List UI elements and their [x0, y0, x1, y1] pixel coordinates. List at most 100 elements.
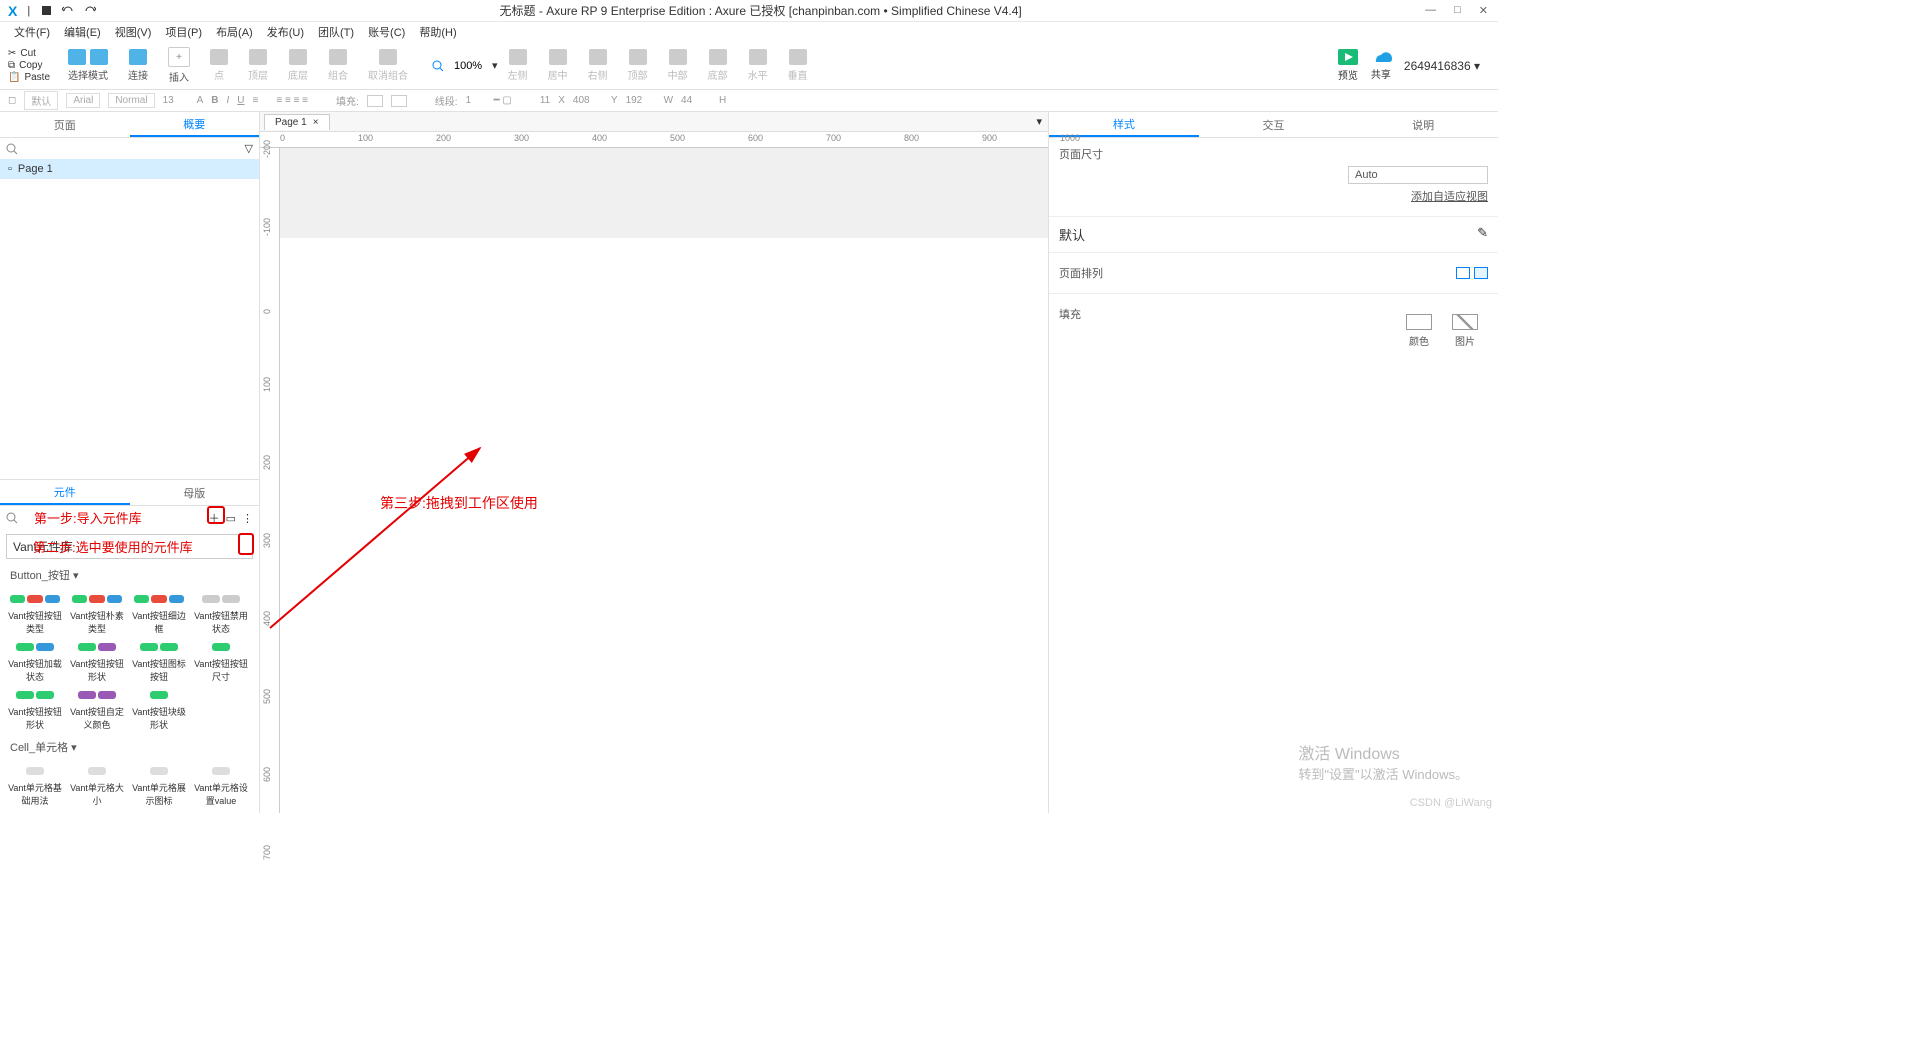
- minimize-icon[interactable]: —: [1425, 4, 1436, 17]
- menu-publish[interactable]: 发布(U): [267, 24, 304, 40]
- redo-icon[interactable]: [84, 5, 96, 17]
- menu-account[interactable]: 账号(C): [368, 24, 405, 40]
- zoom-control[interactable]: ▾: [432, 59, 498, 72]
- filter-icon[interactable]: ▽: [245, 142, 253, 155]
- annotation-box-step1: [207, 506, 225, 524]
- widget-item[interactable]: Vant按钮按钮形状: [4, 687, 66, 731]
- share-button[interactable]: 共享: [1370, 50, 1392, 81]
- y-input[interactable]: [626, 95, 656, 106]
- undo-icon[interactable]: [62, 5, 74, 17]
- font-select[interactable]: Arial: [66, 93, 100, 108]
- menu-edit[interactable]: 编辑(E): [64, 24, 101, 40]
- menu-file[interactable]: 文件(F): [14, 24, 50, 40]
- align-bottom-tool: 底部: [708, 49, 728, 82]
- pages-search-input[interactable]: [18, 143, 245, 155]
- top-tool: 顶层: [248, 49, 268, 82]
- widget-item[interactable]: Vant按钮按钮尺寸: [190, 639, 252, 683]
- italic-icon[interactable]: I: [226, 95, 229, 106]
- preview-button[interactable]: 预览: [1338, 49, 1358, 82]
- widget-item[interactable]: Vant按钮禁用状态: [190, 591, 252, 635]
- page-icon: ▫: [8, 163, 12, 175]
- widget-item[interactable]: Vant按钮块级形状: [128, 687, 190, 731]
- edit-style-icon[interactable]: ✎: [1477, 225, 1488, 244]
- tab-interact[interactable]: 交互: [1199, 112, 1349, 137]
- w-input[interactable]: [681, 95, 711, 106]
- toolbar: ✂ Cut ⧉ Copy 📋 Paste 选择模式 连接 + 插入 点 顶层 底…: [0, 42, 1498, 90]
- fill-image-swatch[interactable]: [391, 95, 407, 107]
- maximize-icon[interactable]: □: [1454, 4, 1461, 17]
- line-width-input[interactable]: [466, 95, 486, 106]
- divider: |: [27, 5, 30, 17]
- widget-item[interactable]: Vant单元格展示图标: [128, 763, 190, 807]
- section-button[interactable]: Button_按钮 ▾: [0, 563, 259, 587]
- tab-outline[interactable]: 概要: [130, 112, 260, 137]
- widget-item[interactable]: Vant按钮加载状态: [4, 639, 66, 683]
- cut-button[interactable]: ✂ Cut: [8, 48, 50, 59]
- menu-help[interactable]: 帮助(H): [419, 24, 456, 40]
- widget-item[interactable]: Vant按钮自定义颜色: [66, 687, 128, 731]
- widget-item[interactable]: Vant单元格设置value: [190, 763, 252, 807]
- widget-item[interactable]: Vant按钮图标按钮: [128, 639, 190, 683]
- widget-item[interactable]: Vant按钮朴素类型: [66, 591, 128, 635]
- more-icon[interactable]: ⋮: [242, 512, 253, 525]
- search-icon: [432, 60, 444, 72]
- adaptive-link[interactable]: 添加自适应视图: [1411, 188, 1488, 204]
- copy-button[interactable]: ⧉ Copy: [8, 60, 50, 71]
- tab-widgets[interactable]: 元件: [0, 480, 130, 505]
- widget-item[interactable]: Vant按钮按钮类型: [4, 591, 66, 635]
- h-input[interactable]: [734, 95, 764, 106]
- widget-item[interactable]: Vant单元格基础用法: [4, 763, 66, 807]
- widget-item[interactable]: Vant按钮按钮形状: [66, 639, 128, 683]
- tab-masters[interactable]: 母版: [130, 480, 260, 505]
- ungroup-tool: 取消组合: [368, 49, 408, 82]
- menu-project[interactable]: 项目(P): [165, 24, 202, 40]
- search-icon[interactable]: [6, 143, 18, 155]
- menu-arrange[interactable]: 布局(A): [216, 24, 253, 40]
- line-label: 线段:: [435, 93, 458, 108]
- annotation-step3: 第三步:拖拽到工作区使用: [380, 493, 538, 513]
- menubar: 文件(F) 编辑(E) 视图(V) 项目(P) 布局(A) 发布(U) 团队(T…: [0, 22, 1498, 42]
- style-select[interactable]: 默认: [24, 91, 58, 110]
- menu-team[interactable]: 团队(T): [318, 24, 354, 40]
- align-left-icon[interactable]: [1456, 267, 1470, 279]
- align-center-icon[interactable]: [1474, 267, 1488, 279]
- fill-color-swatch[interactable]: [1406, 314, 1432, 330]
- fill-image-swatch[interactable]: [1452, 314, 1478, 330]
- insert-tool[interactable]: + 插入: [168, 47, 190, 84]
- page-size-select[interactable]: Auto: [1348, 166, 1488, 184]
- align-top-tool: 顶部: [628, 49, 648, 82]
- widget-item[interactable]: Vant按钮细边框: [128, 591, 190, 635]
- close-tab-icon[interactable]: ×: [313, 117, 319, 128]
- annotation-step1: 第一步:导入元件库: [34, 508, 142, 527]
- search-icon[interactable]: [6, 512, 18, 524]
- bullets-icon[interactable]: ≡: [252, 95, 258, 106]
- save-icon[interactable]: [40, 5, 52, 17]
- fill-color-swatch[interactable]: [367, 95, 383, 107]
- weight-select[interactable]: Normal: [108, 93, 154, 108]
- connect-tool[interactable]: 连接: [128, 49, 148, 82]
- section-cell[interactable]: Cell_单元格 ▾: [0, 735, 259, 759]
- select-mode-tool[interactable]: 选择模式: [68, 49, 108, 82]
- bold-icon[interactable]: B: [211, 95, 218, 106]
- zoom-input[interactable]: [448, 60, 488, 72]
- tab-notes[interactable]: 说明: [1348, 112, 1498, 137]
- page-item-page1[interactable]: ▫ Page 1: [0, 159, 259, 179]
- annotation-box-step2: [238, 533, 254, 555]
- menu-view[interactable]: 视图(V): [115, 24, 152, 40]
- canvas-tab-page1[interactable]: Page 1 ×: [264, 114, 330, 130]
- close-icon[interactable]: ✕: [1479, 4, 1488, 17]
- bottom-tool: 底层: [288, 49, 308, 82]
- folder-icon[interactable]: ▭: [226, 512, 236, 525]
- account-id[interactable]: 2649416836 ▾: [1404, 59, 1480, 73]
- tab-pages[interactable]: 页面: [0, 112, 130, 137]
- widget-item[interactable]: Vant单元格大小: [66, 763, 128, 807]
- paste-button[interactable]: 📋 Paste: [8, 72, 50, 83]
- x-input[interactable]: [573, 95, 603, 106]
- align-middle-tool: 中部: [668, 49, 688, 82]
- library-select[interactable]: Vant元件库 第二步:选中要使用的元件库: [6, 534, 253, 559]
- underline-icon[interactable]: U: [237, 95, 244, 106]
- windows-watermark: 激活 Windows 转到"设置"以激活 Windows。: [1298, 740, 1468, 783]
- text-color-icon[interactable]: A: [197, 95, 204, 106]
- tabs-dropdown-icon[interactable]: ▾: [1030, 115, 1048, 128]
- fontsize-input[interactable]: [163, 95, 189, 106]
